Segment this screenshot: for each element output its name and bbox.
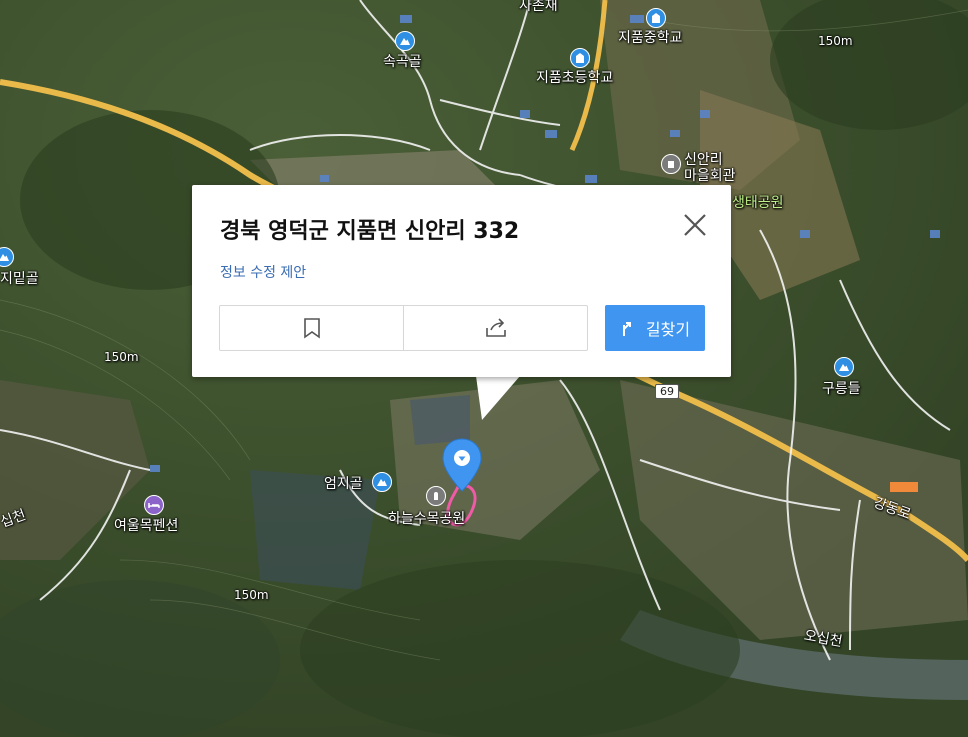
location-marker-icon[interactable] [441, 437, 483, 493]
elevation-label: 150m [234, 588, 269, 602]
mountain-icon[interactable] [372, 472, 392, 492]
route-icon [622, 322, 631, 336]
building-icon[interactable] [661, 154, 681, 174]
place-label-eco-park[interactable]: 생태공원 [732, 192, 784, 212]
close-icon[interactable] [681, 211, 709, 239]
action-button-group [219, 305, 588, 351]
directions-button[interactable]: 길찾기 [605, 305, 705, 351]
popup-title: 경북 영덕군 지품면 신안리 332 [220, 219, 520, 244]
place-label-haneul-arboretum[interactable]: 하늘수목공원 [388, 508, 465, 528]
mountain-icon[interactable] [834, 357, 854, 377]
lodging-icon[interactable] [144, 495, 164, 515]
place-label-gureungdeul[interactable]: 구릉들 [822, 378, 861, 398]
share-icon [485, 318, 506, 337]
place-label-jimitgol[interactable]: 지밑골 [0, 268, 39, 288]
bookmark-button[interactable] [220, 306, 403, 350]
place-label-sachonjae[interactable]: 사촌재 [519, 0, 558, 15]
place-label-jipum-elementary-school[interactable]: 지품초등학교 [536, 67, 613, 87]
directions-label: 길찾기 [645, 320, 691, 339]
mountain-icon[interactable] [395, 31, 415, 51]
place-label-jipum-middle-school[interactable]: 지품중학교 [618, 27, 682, 47]
satellite-map[interactable]: 사촌재 속곡골 지품중학교 지품초등학교 신안리 마을회관 생태공원 지밑골 1… [0, 0, 968, 737]
suggest-edit-link[interactable]: 정보 수정 제안 [220, 262, 306, 282]
place-label-yeoulmok-pension[interactable]: 여울목펜션 [114, 515, 178, 535]
elevation-label: 150m [104, 350, 139, 364]
place-label-eomjigol[interactable]: 엄지골 [324, 473, 363, 493]
bookmark-icon [303, 318, 320, 339]
place-label-village-hall[interactable]: 마을회관 [684, 165, 736, 185]
school-icon[interactable] [570, 48, 590, 68]
school-icon[interactable] [646, 8, 666, 28]
route-shield: 69 [655, 384, 679, 399]
place-label-sokgokgol[interactable]: 속곡골 [383, 51, 422, 71]
elevation-label: 150m [818, 34, 853, 48]
address-popup: 경북 영덕군 지품면 신안리 332 정보 수정 제안 길찾기 [192, 185, 731, 377]
share-button[interactable] [403, 306, 587, 350]
